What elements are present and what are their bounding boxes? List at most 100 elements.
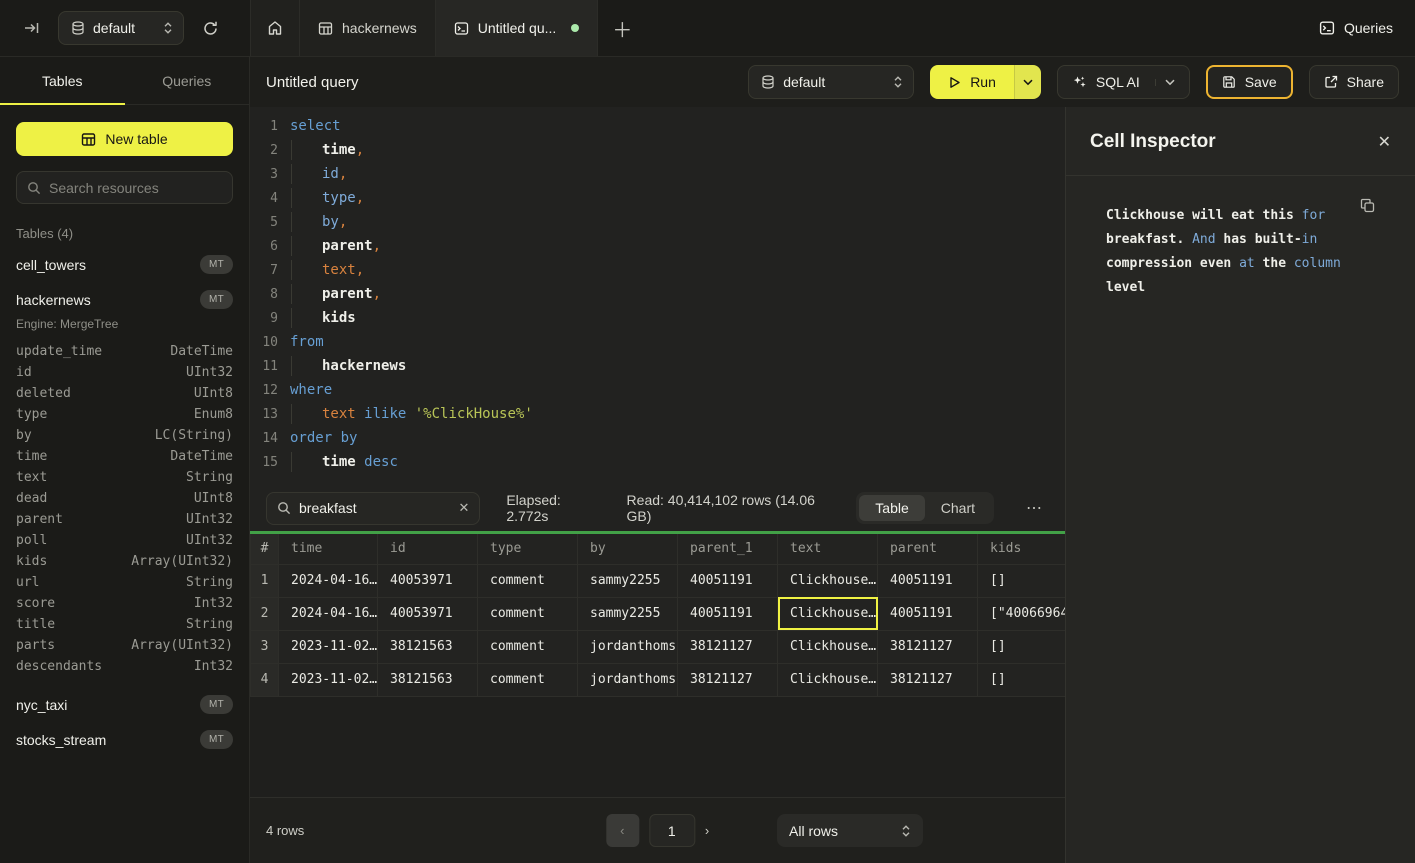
column-header-kids[interactable]: kids [978, 534, 1066, 564]
row-number-cell[interactable]: 2 [251, 597, 279, 630]
table-cell[interactable]: sammy2255 [578, 597, 678, 630]
page-size-selector[interactable]: All rows [777, 814, 923, 847]
next-page-button[interactable]: › [705, 823, 709, 838]
run-options-button[interactable] [1014, 65, 1041, 99]
sql-editor[interactable]: 1select2time,3id,4type,5by,6parent,7text… [250, 107, 1065, 485]
editor-line: 9kids [250, 306, 1065, 330]
row-number-cell[interactable]: 4 [251, 663, 279, 696]
sql-ai-label: SQL AI [1096, 74, 1140, 90]
table-cell[interactable]: comment [478, 663, 578, 696]
query-database-selector[interactable]: default [748, 65, 914, 99]
save-button[interactable]: Save [1206, 65, 1293, 99]
table-cell[interactable]: 38121127 [678, 630, 778, 663]
sidebar-tab-queries[interactable]: Queries [125, 57, 250, 104]
column-header-type[interactable]: type [478, 534, 578, 564]
tab-home[interactable] [250, 0, 300, 56]
table-cell[interactable]: 38121563 [378, 663, 478, 696]
table-cell[interactable]: [] [978, 663, 1066, 696]
table-cell[interactable]: comment [478, 597, 578, 630]
table-cell[interactable]: 40051191 [878, 564, 978, 597]
queries-button[interactable]: Queries [1297, 0, 1415, 56]
table-cell[interactable]: 40051191 [678, 564, 778, 597]
view-toggle-table[interactable]: Table [859, 495, 924, 521]
view-toggle: Table Chart [856, 492, 994, 524]
search-icon [27, 181, 41, 195]
sidebar-tab-tables[interactable]: Tables [0, 57, 125, 104]
table-cell[interactable]: 2024-04-16… [279, 564, 378, 597]
share-button[interactable]: Share [1309, 65, 1399, 99]
table-cell[interactable]: jordanthoms [578, 630, 678, 663]
table-cell[interactable]: 40051191 [878, 597, 978, 630]
table-cell[interactable]: [] [978, 564, 1066, 597]
sidebar-table-item-cell_towers[interactable]: cell_towersMT [0, 247, 249, 282]
tab-untitled-query[interactable]: Untitled qu... [436, 0, 599, 56]
table-cell[interactable]: Clickhouse… [778, 663, 878, 696]
table-cell[interactable]: Clickhouse… [778, 630, 878, 663]
table-cell[interactable]: 2024-04-16… [279, 597, 378, 630]
cell-text-token: And [1192, 232, 1215, 247]
table-cell[interactable]: 40053971 [378, 597, 478, 630]
table-cell[interactable]: 38121127 [678, 663, 778, 696]
sidebar-table-item-stocks_stream[interactable]: stocks_streamMT [0, 722, 249, 757]
table-cell[interactable]: sammy2255 [578, 564, 678, 597]
column-header-text[interactable]: text [778, 534, 878, 564]
results-search-input[interactable] [299, 500, 450, 516]
copy-cell-value-button[interactable] [1360, 198, 1375, 213]
new-table-button[interactable]: New table [16, 122, 233, 156]
topbar-database-selector[interactable]: default [58, 11, 184, 45]
table-cell[interactable]: [] [978, 630, 1066, 663]
sidebar-table-item-hackernews[interactable]: hackernewsMT [0, 282, 249, 317]
chevron-updown-icon [893, 75, 903, 89]
line-number: 8 [250, 287, 278, 302]
table-cell[interactable]: 2023-11-02… [279, 663, 378, 696]
row-number-cell[interactable]: 1 [251, 564, 279, 597]
column-header-rownum[interactable]: # [251, 534, 279, 564]
table-cell[interactable]: 2023-11-02… [279, 630, 378, 663]
line-number: 9 [250, 311, 278, 326]
table-cell[interactable]: comment [478, 564, 578, 597]
selected-cell[interactable]: Clickhouse… [778, 597, 878, 630]
results-search[interactable]: ✕ [266, 492, 480, 525]
page-number-input[interactable] [649, 814, 695, 847]
sidebar-table-item-nyc_taxi[interactable]: nyc_taxiMT [0, 687, 249, 722]
sidebar-search[interactable] [16, 171, 233, 204]
new-tab-button[interactable]: ＋ [598, 0, 646, 56]
line-code: text ilike '%ClickHouse%' [290, 406, 533, 422]
table-cell[interactable]: jordanthoms [578, 663, 678, 696]
column-header-parent_1[interactable]: parent_1 [678, 534, 778, 564]
table-cell[interactable]: 40051191 [678, 597, 778, 630]
table-name: hackernews [16, 292, 91, 308]
more-options-button[interactable]: ⋯ [1020, 494, 1049, 522]
table-cell[interactable]: 40053971 [378, 564, 478, 597]
sql-ai-button[interactable]: SQL AI [1057, 65, 1190, 99]
sparkles-icon [1072, 75, 1087, 90]
table-cell[interactable]: 38121127 [878, 630, 978, 663]
collapse-sidebar-button[interactable] [20, 16, 44, 40]
line-number: 12 [250, 383, 278, 398]
cell-inspector-header: Cell Inspector ✕ [1066, 107, 1415, 176]
query-tabs: hackernews Untitled qu... ＋ [250, 0, 646, 56]
column-header-parent[interactable]: parent [878, 534, 978, 564]
table-cell[interactable]: 38121563 [378, 630, 478, 663]
table-cell[interactable]: Clickhouse… [778, 564, 878, 597]
line-code: where [290, 382, 332, 398]
table-cell[interactable]: ["40066964… [978, 597, 1066, 630]
code-token [356, 406, 364, 422]
sql-ai-options-button[interactable] [1155, 79, 1175, 86]
column-header-id[interactable]: id [378, 534, 478, 564]
sidebar-search-input[interactable] [49, 180, 222, 196]
editor-line: 15time desc [250, 450, 1065, 474]
line-code: text, [290, 262, 364, 278]
column-header-time[interactable]: time [279, 534, 378, 564]
previous-page-button[interactable]: ‹ [606, 814, 639, 847]
close-inspector-button[interactable]: ✕ [1378, 132, 1391, 152]
view-toggle-chart[interactable]: Chart [925, 495, 991, 521]
column-header-by[interactable]: by [578, 534, 678, 564]
table-cell[interactable]: comment [478, 630, 578, 663]
row-number-cell[interactable]: 3 [251, 630, 279, 663]
run-button[interactable]: Run [930, 65, 1014, 99]
clear-search-button[interactable]: ✕ [458, 500, 469, 516]
refresh-button[interactable] [198, 16, 223, 41]
tab-hackernews[interactable]: hackernews [300, 0, 436, 56]
table-cell[interactable]: 38121127 [878, 663, 978, 696]
